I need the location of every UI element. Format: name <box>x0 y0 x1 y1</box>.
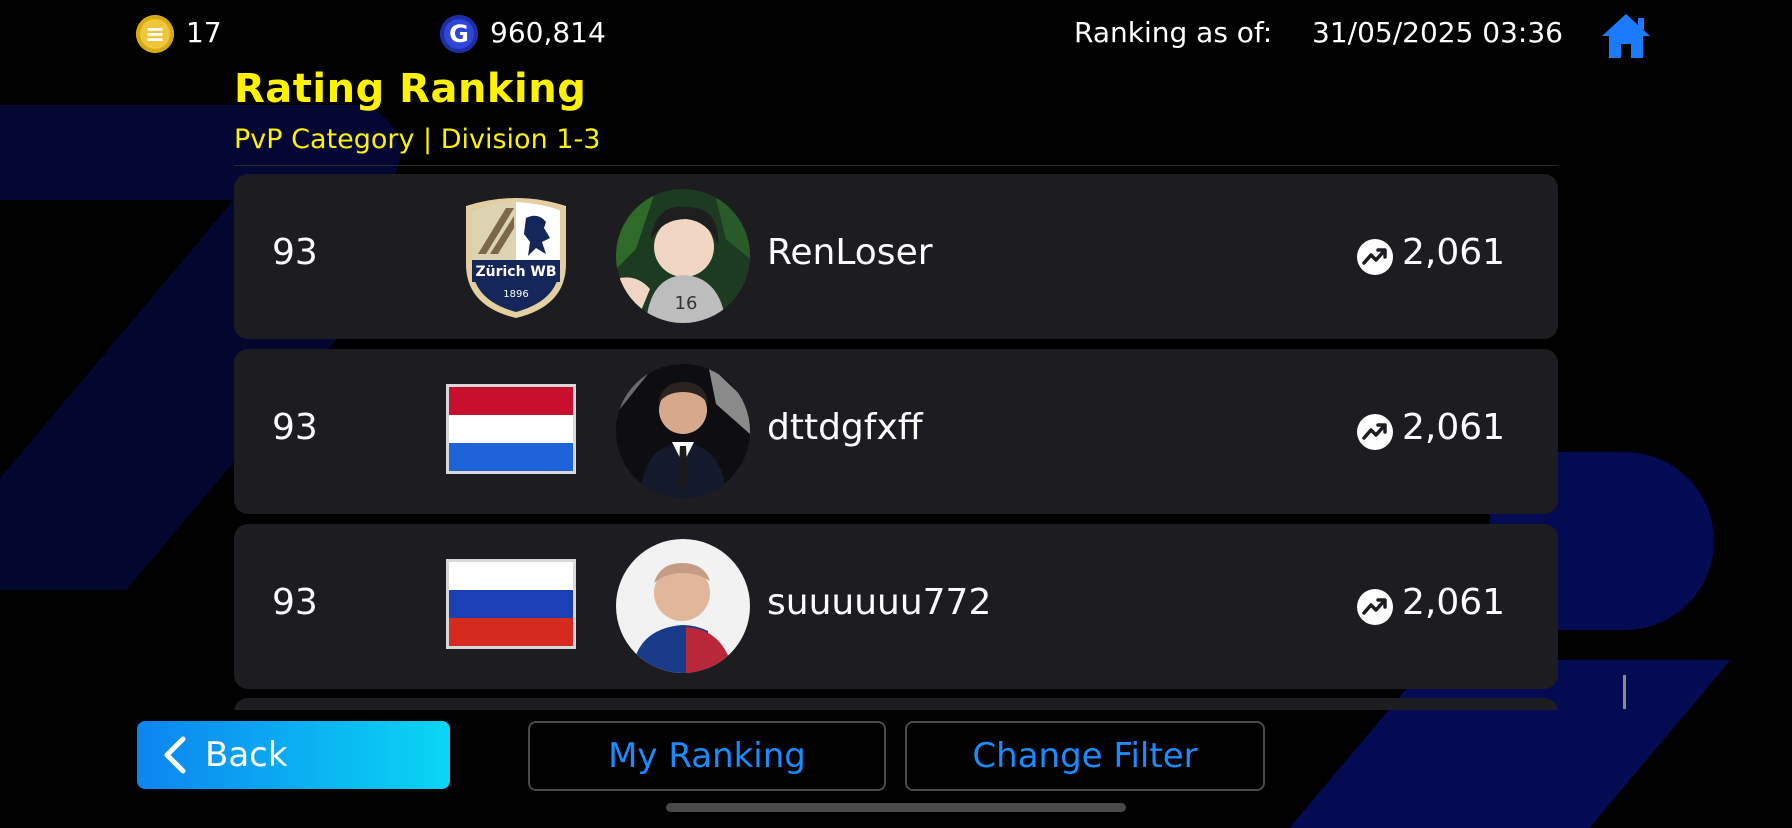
change-filter-label: Change Filter <box>972 736 1198 776</box>
home-indicator[interactable] <box>666 803 1126 812</box>
ranking-list[interactable]: 93 Zürich WB 1896 16 RenLoser 2,061 93 d… <box>234 174 1558 710</box>
coach-avatar-icon <box>616 364 750 498</box>
chevron-left-icon <box>164 736 186 774</box>
ranking-row[interactable] <box>234 698 1558 710</box>
back-button-label: Back <box>205 735 288 775</box>
rating-trend-icon <box>1357 239 1393 275</box>
player-name: dttdgfxff <box>767 407 923 448</box>
scrollbar[interactable] <box>1623 675 1626 709</box>
rank-number: 93 <box>272 582 318 623</box>
svg-text:1896: 1896 <box>503 289 528 300</box>
player-rating: 2,061 <box>1402 407 1506 448</box>
top-bar: ≡ 17 G 960,814 Ranking as of: 31/05/2025… <box>0 0 1792 70</box>
efootball-coin-icon: ≡ <box>136 15 174 53</box>
player-name: RenLoser <box>767 232 933 273</box>
coin-g-value: 960,814 <box>490 16 606 49</box>
rating-trend-icon <box>1357 589 1393 625</box>
ranking-as-of-label: Ranking as of: <box>1074 16 1273 49</box>
footballer-avatar-icon <box>616 539 750 673</box>
change-filter-button[interactable]: Change Filter <box>905 721 1265 791</box>
svg-text:16: 16 <box>675 293 698 314</box>
ranking-row[interactable]: 93 dttdgfxff 2,061 <box>234 349 1558 514</box>
page-subtitle: PvP Category | Division 1-3 <box>234 124 601 155</box>
player-avatar <box>616 364 750 498</box>
ranking-row[interactable]: 93 Zürich WB 1896 16 RenLoser 2,061 <box>234 174 1558 339</box>
home-icon[interactable] <box>1600 12 1652 60</box>
anime-avatar-icon: 16 <box>616 189 750 323</box>
coin-e-value: 17 <box>186 16 222 49</box>
my-ranking-label: My Ranking <box>608 736 806 776</box>
club-badge-icon: Zürich WB 1896 <box>466 198 566 318</box>
gp-coin-icon: G <box>440 15 478 53</box>
back-button[interactable]: Back <box>137 721 450 789</box>
netherlands-flag-icon <box>446 384 576 474</box>
divider <box>234 165 1558 166</box>
player-name: suuuuuu772 <box>767 582 992 623</box>
svg-text:Zürich WB: Zürich WB <box>475 264 556 280</box>
rank-number: 93 <box>272 407 318 448</box>
rank-number: 93 <box>272 232 318 273</box>
rating-trend-icon <box>1357 414 1393 450</box>
russia-flag-icon <box>446 559 576 649</box>
player-rating: 2,061 <box>1402 582 1506 623</box>
ranking-row[interactable]: 93 suuuuuu772 2,061 <box>234 524 1558 689</box>
page-title: Rating Ranking <box>234 66 587 112</box>
player-rating: 2,061 <box>1402 232 1506 273</box>
player-avatar <box>616 539 750 673</box>
my-ranking-button[interactable]: My Ranking <box>528 721 886 791</box>
ranking-datetime: 31/05/2025 03:36 <box>1312 16 1563 49</box>
player-avatar: 16 <box>616 189 750 323</box>
